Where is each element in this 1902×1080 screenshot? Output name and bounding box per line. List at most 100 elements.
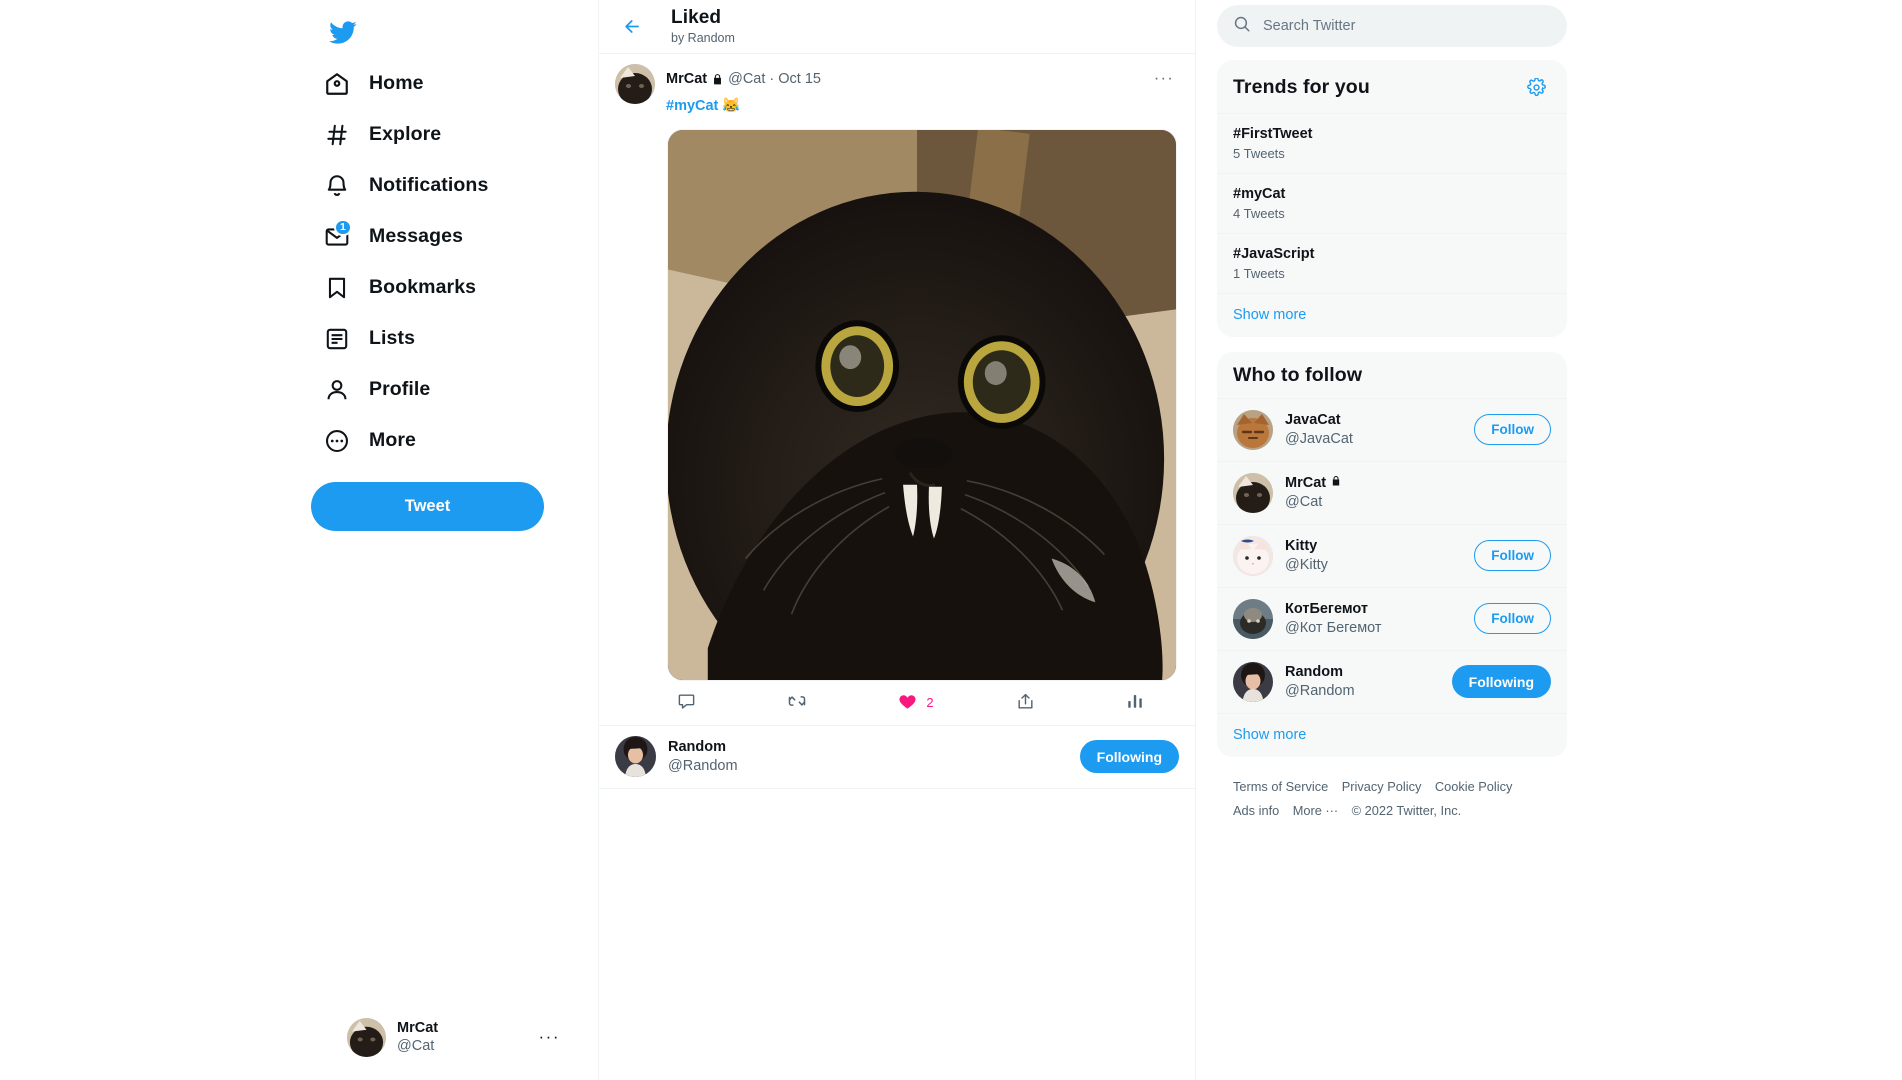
avatar	[1233, 472, 1273, 513]
following-button[interactable]: Following	[1079, 740, 1179, 774]
user-handle: @Random	[1285, 682, 1355, 699]
who-to-follow-panel: Who to follow JavaCat @JavaCat Follow Mr…	[1217, 351, 1567, 757]
list-item[interactable]: Kitty @Kitty Follow	[1217, 523, 1567, 587]
hash-icon	[323, 121, 350, 148]
avatar[interactable]	[615, 64, 655, 104]
avatar	[1233, 535, 1273, 576]
reply-button[interactable]	[677, 692, 705, 714]
liked-by-handle: @Random	[668, 757, 738, 774]
sidebar-item-label: More	[369, 429, 416, 451]
sidebar-item-label: Home	[369, 72, 424, 94]
follow-button[interactable]: Follow	[1474, 603, 1551, 635]
footer-more-link[interactable]: More ···	[1293, 803, 1339, 818]
reply-icon	[677, 692, 696, 714]
more-circle-icon	[323, 427, 350, 454]
search-input[interactable]	[1263, 18, 1551, 34]
follow-button[interactable]: Follow	[1474, 414, 1551, 446]
retweet-icon	[787, 691, 807, 714]
trend-name: #FirstTweet	[1233, 126, 1313, 142]
page-title: Liked	[671, 6, 722, 28]
liked-by-name[interactable]: Random	[668, 738, 1068, 757]
twitter-app: Home Explore Notifications 1 Messages Bo…	[0, 0, 1902, 1080]
like-count: 2	[926, 695, 934, 711]
copyright: © 2022 Twitter, Inc.	[1351, 803, 1462, 819]
twitter-bird-icon[interactable]	[320, 10, 364, 54]
sidebar-item-lists[interactable]: Lists	[310, 313, 428, 364]
list-item[interactable]: Random @Random Following	[1217, 649, 1567, 713]
tweet-image[interactable]	[667, 128, 1177, 681]
who-to-follow-show-more[interactable]: Show more	[1217, 712, 1567, 757]
gear-icon[interactable]	[1521, 72, 1551, 102]
search-bar[interactable]	[1217, 5, 1567, 47]
like-button[interactable]: 2	[898, 692, 934, 714]
user-handle: @Kitty	[1285, 556, 1328, 573]
bookmark-icon	[323, 274, 350, 301]
tweet: MrCat @Cat · Oct 15 ··· #myCat 😹 2	[599, 53, 1195, 725]
trend-item[interactable]: #JavaScript 1 Tweets	[1217, 232, 1567, 293]
sidebar-item-explore[interactable]: Explore	[310, 109, 454, 160]
following-button[interactable]: Following	[1451, 665, 1551, 699]
back-arrow-icon[interactable]	[615, 10, 649, 44]
tweet-author-handle: @Cat	[728, 71, 766, 87]
tweet-button[interactable]: Tweet	[311, 482, 544, 531]
main-column: Liked by Random MrCat @Cat · Oct 15 ··· …	[598, 0, 1196, 1080]
lock-icon	[711, 73, 724, 86]
home-icon	[323, 70, 350, 97]
sidebar-item-more[interactable]: More	[310, 415, 429, 466]
search-icon	[1233, 15, 1251, 38]
sidebar-item-label: Messages	[369, 225, 464, 247]
page-subtitle: by Random	[671, 31, 735, 46]
ads-info-link[interactable]: Ads info	[1233, 803, 1279, 818]
sidebar-item-notifications[interactable]: Notifications	[310, 160, 501, 211]
trend-count: 4 Tweets	[1233, 205, 1285, 221]
trends-title: Trends for you	[1233, 75, 1370, 98]
tweet-author-name[interactable]: MrCat	[666, 71, 707, 87]
sidebar-item-label: Notifications	[369, 174, 489, 196]
messages-unread-badge: 1	[334, 219, 352, 236]
terms-of-service-link[interactable]: Terms of Service	[1233, 779, 1328, 794]
analytics-icon	[1126, 692, 1144, 713]
list-icon	[323, 325, 350, 352]
trend-count: 1 Tweets	[1233, 265, 1285, 281]
user-name: JavaCat	[1285, 411, 1341, 428]
analytics-button[interactable]	[1126, 692, 1153, 713]
list-item[interactable]: КотБегемот @Кот Бегемот Follow	[1217, 586, 1567, 650]
user-handle: @Cat	[1285, 493, 1323, 510]
avatar	[1233, 598, 1273, 639]
bell-icon	[323, 172, 350, 199]
tweet-menu-icon[interactable]: ···	[1149, 64, 1179, 94]
sidebar-item-home[interactable]: Home	[310, 58, 437, 109]
sidebar-item-label: Bookmarks	[369, 276, 477, 298]
list-item[interactable]: JavaCat @JavaCat Follow	[1217, 397, 1567, 461]
person-icon	[323, 376, 350, 403]
avatar	[1233, 409, 1273, 450]
trend-item[interactable]: #myCat 4 Tweets	[1217, 172, 1567, 233]
follow-button[interactable]: Follow	[1474, 540, 1551, 572]
tweet-hashtag[interactable]: #myCat	[666, 98, 718, 114]
sidebar-item-bookmarks[interactable]: Bookmarks	[310, 262, 489, 313]
list-item[interactable]: MrCat @Cat	[1217, 460, 1567, 524]
logo-row	[310, 6, 542, 58]
avatar	[347, 1017, 386, 1057]
user-name: Random	[1285, 663, 1343, 680]
user-handle: @Кот Бегемот	[1285, 619, 1382, 636]
account-menu-icon[interactable]: ···	[539, 1027, 560, 1047]
sidebar-item-profile[interactable]: Profile	[310, 364, 443, 415]
retweet-button[interactable]	[787, 691, 816, 714]
account-switcher[interactable]: MrCat @Cat ···	[336, 1008, 571, 1066]
sidebar-item-messages[interactable]: 1 Messages	[310, 211, 476, 262]
footer-row-2: Ads info More ··· © 2022 Twitter, Inc.	[1233, 799, 1551, 824]
privacy-policy-link[interactable]: Privacy Policy	[1342, 779, 1422, 794]
tweet-date[interactable]: Oct 15	[778, 71, 821, 87]
trend-name: #myCat	[1233, 185, 1286, 202]
trends-show-more[interactable]: Show more	[1217, 292, 1567, 337]
avatar[interactable]	[615, 736, 656, 778]
right-sidebar: Trends for you #FirstTweet 5 Tweets #myC…	[1196, 0, 1902, 1080]
page-header: Liked by Random	[599, 0, 1195, 53]
trend-item[interactable]: #FirstTweet 5 Tweets	[1217, 113, 1567, 173]
envelope-icon: 1	[323, 219, 352, 250]
share-icon	[1016, 692, 1035, 714]
share-button[interactable]	[1016, 692, 1044, 714]
user-handle: @JavaCat	[1285, 430, 1353, 447]
cookie-policy-link[interactable]: Cookie Policy	[1435, 779, 1513, 794]
